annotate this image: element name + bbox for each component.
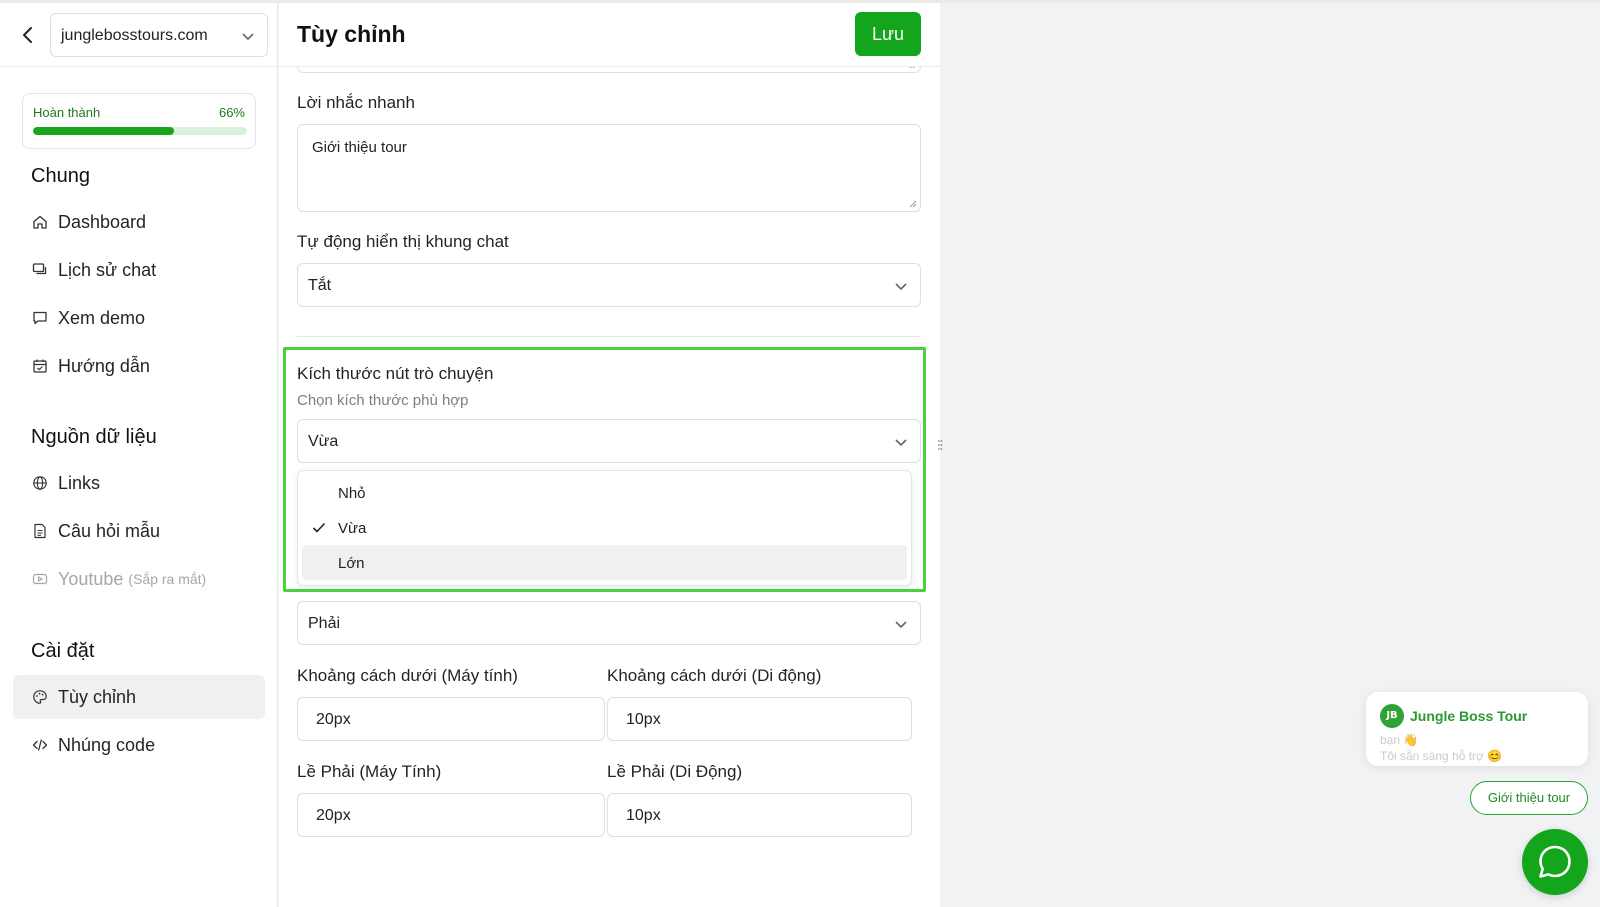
auto-show-select[interactable]: Tắt bbox=[297, 263, 921, 307]
button-size-hint: Chọn kích thước phù hợp bbox=[297, 392, 469, 409]
section-title-data-sources: Nguồn dữ liệu bbox=[31, 426, 157, 448]
auto-show-label: Tự động hiển thị khung chat bbox=[297, 232, 509, 251]
site-selector[interactable]: junglebosstours.com bbox=[50, 13, 268, 57]
bottom-mobile-input[interactable]: 10px bbox=[607, 697, 912, 741]
sidebar-item-label: Hướng dẫn bbox=[58, 355, 150, 376]
panel-resize-handle-icon[interactable] bbox=[937, 438, 943, 452]
sidebar-item-guide[interactable]: Hướng dẫn bbox=[13, 344, 265, 388]
bottom-desktop-value: 20px bbox=[316, 711, 351, 728]
progress-percent: 66% bbox=[218, 105, 245, 120]
right-desktop-value: 20px bbox=[316, 807, 351, 824]
section-title-general: Chung bbox=[31, 165, 90, 187]
site-selector-value: junglebosstours.com bbox=[61, 27, 208, 44]
calendar-icon bbox=[33, 359, 47, 373]
bottom-desktop-label: Khoảng cách dưới (Máy tính) bbox=[297, 666, 518, 685]
sidebar-item-embed-code[interactable]: Nhúng code bbox=[13, 723, 265, 767]
section-title-settings: Cài đặt bbox=[31, 640, 95, 662]
page-title: Tùy chỉnh bbox=[297, 21, 406, 47]
check-icon bbox=[312, 522, 326, 533]
chevron-down-icon bbox=[895, 283, 907, 291]
sidebar-item-youtube: Youtube (Sắp ra mắt) bbox=[13, 557, 265, 601]
progress-card: Hoàn thành 66% bbox=[22, 93, 256, 149]
main-header: Tùy chỉnh Lưu bbox=[279, 3, 940, 67]
option-label: Vừa bbox=[338, 520, 367, 537]
whatsapp-chat-icon bbox=[1539, 845, 1571, 878]
sidebar-item-label: Links bbox=[58, 472, 101, 493]
palette-icon bbox=[33, 690, 47, 704]
sidebar-item-label: Dashboard bbox=[58, 211, 147, 232]
back-icon[interactable] bbox=[18, 25, 38, 45]
sidebar-header: junglebosstours.com bbox=[0, 3, 277, 67]
section-divider bbox=[297, 336, 921, 337]
progress-label: Hoàn thành bbox=[33, 105, 101, 120]
sidebar-item-label: Nhúng code bbox=[58, 734, 156, 755]
option-large[interactable]: Lớn bbox=[302, 545, 907, 580]
chevron-down-icon bbox=[895, 439, 907, 447]
bottom-mobile-label: Khoảng cách dưới (Di động) bbox=[607, 666, 822, 685]
globe-icon bbox=[33, 476, 47, 490]
chat-history-icon bbox=[32, 263, 47, 275]
option-small[interactable]: Nhỏ bbox=[302, 475, 907, 510]
bot-name: Jungle Boss Tour bbox=[1410, 708, 1528, 724]
button-size-dropdown: Nhỏ Vừa Lớn bbox=[297, 470, 912, 586]
bot-logo: JB bbox=[1380, 704, 1404, 728]
button-size-label: Kích thước nút trò chuyện bbox=[297, 364, 494, 383]
coming-soon-label: (Sắp ra mắt) bbox=[128, 571, 207, 587]
right-mobile-label: Lề Phải (Di Động) bbox=[607, 762, 743, 781]
option-label: Lớn bbox=[338, 555, 365, 572]
chat-preview-bubble[interactable]: JB Jungle Boss Tour bạn 👋 Tôi sẵn sàng h… bbox=[1366, 692, 1588, 766]
youtube-icon bbox=[32, 573, 48, 585]
quick-prompt-value: Giới thiệu tour bbox=[312, 139, 407, 156]
preview-line-1: bạn 👋 bbox=[1380, 733, 1419, 747]
message-icon bbox=[33, 311, 47, 325]
quick-prompt-label: Lời nhắc nhanh bbox=[297, 93, 415, 112]
main-panel: Tùy chỉnh Lưu Lời nhắc nhanh Giới thiệu … bbox=[279, 3, 940, 907]
right-desktop-label: Lề Phải (Máy Tính) bbox=[297, 762, 442, 781]
position-select[interactable]: Phải bbox=[297, 601, 921, 645]
sidebar-item-links[interactable]: Links bbox=[13, 461, 265, 505]
option-label: Nhỏ bbox=[338, 485, 366, 502]
right-mobile-input[interactable]: 10px bbox=[607, 793, 912, 837]
home-icon bbox=[33, 215, 47, 229]
button-size-select[interactable]: Vừa bbox=[297, 419, 921, 463]
sidebar-item-demo[interactable]: Xem demo bbox=[13, 296, 265, 340]
chat-launcher-button[interactable] bbox=[1522, 829, 1588, 895]
sidebar-item-label: Lịch sử chat bbox=[58, 259, 157, 280]
quick-prompt-chip[interactable]: Giới thiệu tour bbox=[1470, 781, 1588, 815]
sidebar-item-customize[interactable]: Tùy chỉnh bbox=[13, 675, 265, 719]
sidebar-item-label: Youtube bbox=[58, 568, 124, 589]
bottom-mobile-value: 10px bbox=[626, 711, 661, 728]
sidebar-item-label: Câu hỏi mẫu bbox=[58, 520, 161, 541]
sidebar-item-sample-questions[interactable]: Câu hỏi mẫu bbox=[13, 509, 265, 553]
position-value: Phải bbox=[308, 615, 341, 632]
chevron-down-icon bbox=[242, 33, 254, 41]
progress-bar bbox=[33, 127, 247, 135]
resize-grip-icon bbox=[909, 200, 917, 208]
bottom-desktop-input[interactable]: 20px bbox=[297, 697, 605, 741]
sidebar-item-label: Xem demo bbox=[58, 307, 146, 328]
code-icon bbox=[32, 739, 48, 751]
button-size-value: Vừa bbox=[308, 433, 339, 450]
save-button[interactable]: Lưu bbox=[855, 12, 921, 56]
right-mobile-value: 10px bbox=[626, 807, 661, 824]
option-medium[interactable]: Vừa bbox=[302, 510, 907, 545]
progress-bar-fill bbox=[33, 127, 175, 135]
preview-message: bạn 👋 Tôi sẵn sàng hỗ trợ 😊 bbox=[1380, 732, 1570, 764]
preview-line-2: Tôi sẵn sàng hỗ trợ 😊 bbox=[1380, 749, 1503, 763]
sidebar-item-dashboard[interactable]: Dashboard bbox=[13, 200, 265, 244]
quick-prompt-textarea[interactable]: Giới thiệu tour bbox=[297, 124, 921, 212]
sidebar-item-chat-history[interactable]: Lịch sử chat bbox=[13, 248, 265, 292]
document-icon bbox=[34, 523, 46, 539]
sidebar: junglebosstours.com Hoàn thành 66% Chung… bbox=[0, 3, 278, 907]
chevron-down-icon bbox=[895, 621, 907, 629]
sidebar-item-label: Tùy chỉnh bbox=[58, 686, 137, 707]
right-desktop-input[interactable]: 20px bbox=[297, 793, 605, 837]
auto-show-value: Tắt bbox=[308, 277, 332, 294]
